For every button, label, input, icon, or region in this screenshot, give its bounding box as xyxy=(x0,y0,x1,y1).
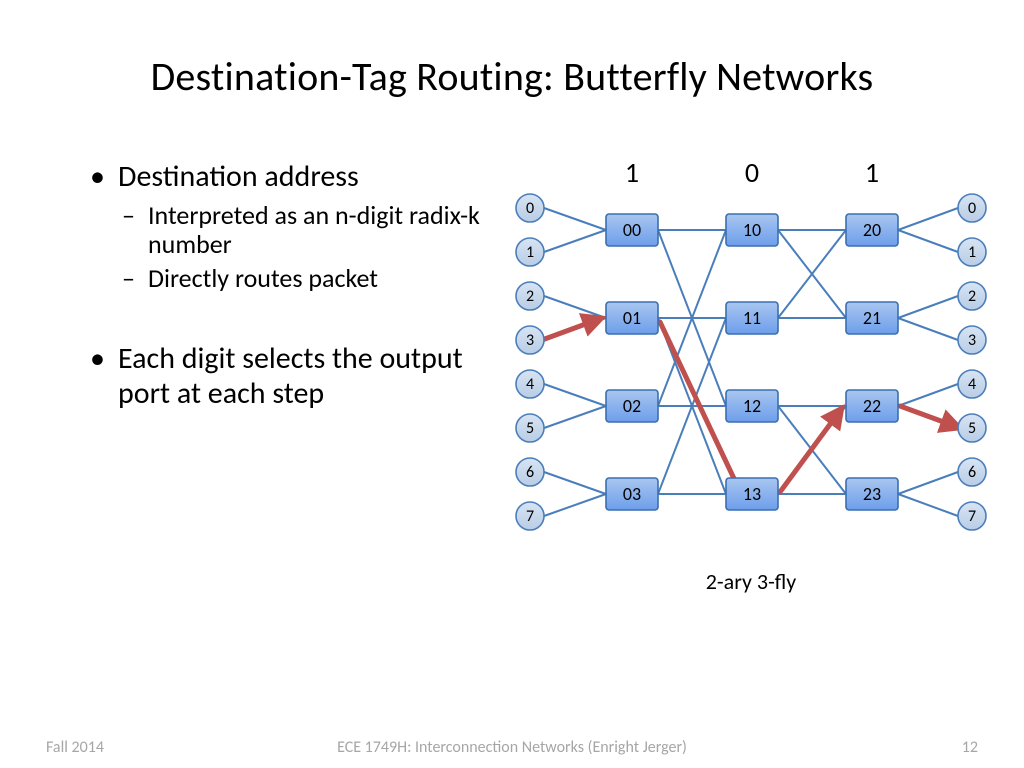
butterfly-diagram: 0001020310111213202122230011223344556677… xyxy=(506,160,996,600)
bullet-dest-address: Destination address xyxy=(90,160,490,195)
switch-label: 13 xyxy=(743,483,761,505)
bullet-each-digit: Each digit selects the output port at ea… xyxy=(90,342,490,411)
port-label: 6 xyxy=(526,463,534,482)
port-label: 1 xyxy=(526,243,534,262)
port-label: 2 xyxy=(968,287,976,306)
port-label: 3 xyxy=(526,331,534,350)
port-label: 5 xyxy=(968,419,976,438)
port-label: 4 xyxy=(968,375,976,394)
switch-label: 23 xyxy=(863,483,881,505)
digit-label-1: 0 xyxy=(745,155,759,190)
footer-course: ECE 1749H: Interconnection Networks (Enr… xyxy=(0,738,1024,757)
diagram-caption: 2-ary 3-fly xyxy=(506,568,996,595)
port-label: 7 xyxy=(526,507,534,526)
port-label: 7 xyxy=(968,507,976,526)
switch-label: 21 xyxy=(863,307,881,329)
port-label: 0 xyxy=(526,199,534,218)
footer-page: 12 xyxy=(962,738,978,757)
switch-label: 01 xyxy=(623,307,641,329)
port-label: 5 xyxy=(526,419,534,438)
switch-label: 03 xyxy=(623,483,641,505)
subbullet-radix: Interpreted as an n-digit radix-k number xyxy=(90,201,490,261)
digit-label-2: 1 xyxy=(865,155,879,190)
switch-label: 10 xyxy=(743,219,761,241)
subbullet-routes: Directly routes packet xyxy=(90,264,490,294)
switch-label: 11 xyxy=(743,307,761,329)
port-label: 4 xyxy=(526,375,534,394)
switch-label: 12 xyxy=(743,395,761,417)
bullet-list: Destination address Interpreted as an n-… xyxy=(90,160,490,417)
switch-label: 20 xyxy=(863,219,881,241)
port-label: 3 xyxy=(968,331,976,350)
port-label: 0 xyxy=(968,199,976,218)
digit-label-0: 1 xyxy=(625,155,639,190)
port-label: 2 xyxy=(526,287,534,306)
switch-label: 00 xyxy=(623,219,641,241)
slide-title: Destination-Tag Routing: Butterfly Netwo… xyxy=(0,52,1024,101)
switch-label: 02 xyxy=(623,395,641,417)
switch-label: 22 xyxy=(863,395,881,417)
port-label: 1 xyxy=(968,243,976,262)
port-label: 6 xyxy=(968,463,976,482)
